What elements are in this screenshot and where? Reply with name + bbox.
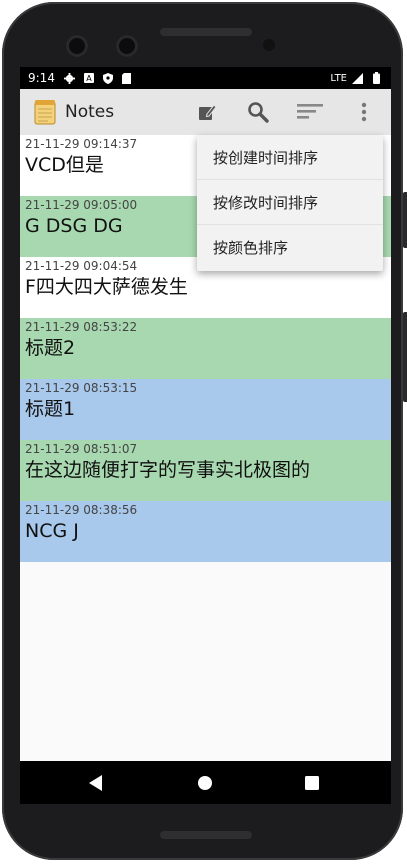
home-icon[interactable] [195,773,215,793]
app-screen: 9:14 A LTE Notes 21-11-29 09:14:37 VCD但是… [20,67,391,804]
volume-button [403,312,407,402]
note-item[interactable]: 21-11-29 08:51:07 在这边随便打字的写事实北极图的 [20,440,391,501]
power-button [403,192,407,248]
action-bar: Notes [20,89,391,135]
note-title: 在这边随便打字的写事实北极图的 [25,459,311,481]
svg-text:A: A [86,74,92,83]
phone-frame: 9:14 A LTE Notes 21-11-29 09:14:37 VCD但是… [2,2,407,860]
back-icon[interactable] [86,773,106,793]
sort-by-modified-time[interactable]: 按修改时间排序 [197,180,383,225]
status-bar: 9:14 A LTE [20,67,391,89]
note-title: NCG J [25,520,79,542]
note-title: F四大四大萨德发生 [25,276,188,298]
note-title: 标题2 [25,337,76,359]
front-camera-icon [66,35,88,57]
shield-icon [101,72,115,84]
settings-gear-icon [63,72,77,84]
note-item[interactable]: 21-11-29 08:38:56 NCG J [20,501,391,562]
top-speaker [160,28,252,36]
sim-card-icon [120,72,134,84]
note-timestamp: 21-11-29 08:53:22 [25,320,138,334]
signal-icon [350,72,364,84]
note-timestamp: 21-11-29 08:51:07 [25,442,138,456]
sort-icon[interactable] [297,99,323,125]
recent-apps-icon[interactable] [302,773,322,793]
sensor-icon [263,39,275,51]
status-time: 9:14 [28,71,55,85]
sort-by-color[interactable]: 按颜色排序 [197,225,383,270]
front-camera-icon [116,35,138,57]
note-title: 标题1 [25,398,76,420]
battery-icon [369,72,383,84]
notification-a-icon: A [82,72,96,84]
search-icon[interactable] [245,99,271,125]
note-timestamp: 21-11-29 08:53:15 [25,381,138,395]
edit-note-icon[interactable] [194,99,220,125]
sort-popup-menu: 按创建时间排序 按修改时间排序 按颜色排序 [197,135,383,271]
navigation-bar [20,761,391,804]
note-timestamp: 21-11-29 08:38:56 [25,503,138,517]
overflow-menu-icon[interactable] [351,99,377,125]
network-type: LTE [330,72,347,84]
app-title: Notes [65,102,115,122]
bottom-speaker [160,831,252,839]
note-item[interactable]: 21-11-29 08:53:15 标题1 [20,379,391,440]
notepad-logo-icon [34,99,56,125]
note-item[interactable]: 21-11-29 08:53:22 标题2 [20,318,391,379]
sort-by-created-time[interactable]: 按创建时间排序 [197,135,383,180]
